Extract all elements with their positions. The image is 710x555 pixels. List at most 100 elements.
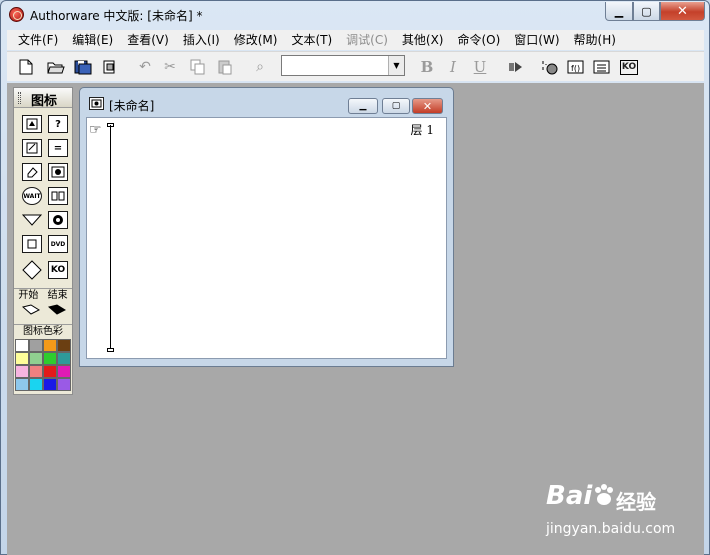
menu-view[interactable]: 查看(V) bbox=[120, 30, 176, 50]
icon-palette-title: 图标 bbox=[31, 94, 58, 109]
knowledge-object-palette-icon[interactable]: KO bbox=[48, 261, 68, 279]
start-label: 开始 bbox=[18, 290, 39, 301]
color-swatch[interactable] bbox=[29, 378, 43, 391]
authorware-app-icon[interactable] bbox=[9, 7, 24, 22]
minimize-icon: ▁ bbox=[359, 101, 367, 111]
color-swatch[interactable] bbox=[43, 352, 57, 365]
wait-icon[interactable]: WAIT bbox=[22, 187, 42, 205]
map-icon[interactable] bbox=[22, 260, 42, 280]
baidu-url: jingyan.baidu.com bbox=[546, 521, 676, 537]
close-icon: ✕ bbox=[677, 3, 688, 19]
calculation-icon[interactable] bbox=[22, 139, 42, 157]
maximize-button[interactable]: ▢ bbox=[633, 2, 660, 21]
close-icon: ✕ bbox=[422, 99, 433, 113]
functions-icon[interactable]: f() bbox=[565, 56, 587, 78]
color-swatch[interactable] bbox=[43, 378, 57, 391]
display-icon[interactable] bbox=[22, 115, 42, 133]
window-title: Authorware 中文版: [未命名] * bbox=[30, 9, 203, 23]
decision-icon[interactable]: = bbox=[48, 139, 68, 157]
open-folder-icon[interactable] bbox=[45, 56, 67, 78]
color-swatch[interactable] bbox=[57, 339, 71, 352]
motion-icon[interactable] bbox=[22, 235, 42, 253]
copy-icon[interactable] bbox=[187, 56, 209, 78]
minimize-button[interactable]: ▁ bbox=[605, 2, 633, 21]
framework-icon[interactable] bbox=[22, 211, 42, 229]
color-swatch[interactable] bbox=[29, 352, 43, 365]
font-combo[interactable]: ▼ bbox=[281, 55, 405, 76]
baidu-logo: Bai bbox=[546, 481, 593, 511]
variables-icon[interactable] bbox=[591, 56, 613, 78]
child-close-button[interactable]: ✕ bbox=[412, 98, 443, 114]
dvd-label: DVD bbox=[50, 240, 66, 248]
digital-movie-icon[interactable] bbox=[48, 163, 68, 181]
color-swatch[interactable] bbox=[15, 365, 29, 378]
layer-label: 层 1 bbox=[410, 123, 434, 137]
menu-other[interactable]: 其他(X) bbox=[395, 30, 451, 50]
toolbar: ↶ ✂ ⌕ ▼ B I U f() KO bbox=[7, 51, 704, 81]
paw-icon bbox=[592, 483, 616, 510]
cut-icon[interactable]: ✂ bbox=[159, 56, 181, 78]
color-swatch[interactable] bbox=[43, 339, 57, 352]
import-icon[interactable] bbox=[99, 56, 121, 78]
design-window-title: [未命名] bbox=[109, 99, 155, 113]
icon-palette: 图标 ? = WAIT DVD KO 开始 结束 图标色彩 bbox=[13, 87, 73, 395]
control-panel-icon[interactable] bbox=[539, 56, 561, 78]
run-icon[interactable] bbox=[505, 56, 527, 78]
flowline-canvas[interactable]: ☞ 层 1 bbox=[86, 117, 447, 359]
grip-icon[interactable] bbox=[18, 92, 21, 104]
underline-button[interactable]: U bbox=[469, 56, 491, 78]
menu-file[interactable]: 文件(F) bbox=[11, 30, 65, 50]
icon-color-label: 图标色彩 bbox=[14, 324, 72, 338]
authorware-main-window: Authorware 中文版: [未命名] * ▁ ▢ ✕ 文件(F) 编辑(E… bbox=[0, 0, 710, 555]
menu-modify[interactable]: 修改(M) bbox=[227, 30, 285, 50]
menu-insert[interactable]: 插入(I) bbox=[176, 30, 227, 50]
menu-command[interactable]: 命令(O) bbox=[450, 30, 507, 50]
dvd-icon[interactable]: DVD bbox=[48, 235, 68, 253]
maximize-icon: ▢ bbox=[641, 4, 652, 18]
design-window-icon[interactable] bbox=[89, 97, 104, 110]
italic-button[interactable]: I bbox=[442, 56, 464, 78]
icon-palette-header[interactable]: 图标 bbox=[14, 88, 72, 109]
navigate-icon[interactable] bbox=[48, 187, 68, 205]
new-file-icon[interactable] bbox=[15, 56, 37, 78]
color-swatch[interactable] bbox=[15, 339, 29, 352]
paste-hand-icon[interactable]: ☞ bbox=[89, 122, 102, 138]
menu-debug[interactable]: 调试(C) bbox=[339, 30, 395, 50]
erase-icon[interactable] bbox=[22, 163, 42, 181]
flowline-end-cap bbox=[107, 348, 114, 352]
bold-button[interactable]: B bbox=[416, 56, 438, 78]
child-maximize-button[interactable]: ▢ bbox=[382, 98, 410, 114]
start-flag-icon[interactable] bbox=[21, 304, 41, 319]
menu-bar: 文件(F) 编辑(E) 查看(V) 插入(I) 修改(M) 文本(T) 调试(C… bbox=[7, 30, 704, 50]
baidu-jingyan-text: 经验 bbox=[616, 490, 656, 514]
title-bar[interactable]: Authorware 中文版: [未命名] * ▁ ▢ ✕ bbox=[1, 1, 709, 29]
chevron-down-icon[interactable]: ▼ bbox=[388, 56, 404, 75]
menu-edit[interactable]: 编辑(E) bbox=[65, 30, 120, 50]
save-all-icon[interactable] bbox=[72, 56, 94, 78]
child-minimize-button[interactable]: ▁ bbox=[348, 98, 378, 114]
color-swatch[interactable] bbox=[57, 352, 71, 365]
flowline[interactable] bbox=[110, 125, 111, 350]
close-button[interactable]: ✕ bbox=[660, 2, 705, 21]
color-swatch[interactable] bbox=[29, 339, 43, 352]
menu-help[interactable]: 帮助(H) bbox=[567, 30, 623, 50]
end-flag-icon[interactable] bbox=[47, 304, 67, 319]
baidu-watermark: Bai 经验 jingyan.baidu.com bbox=[546, 481, 706, 551]
undo-icon[interactable]: ↶ bbox=[134, 56, 156, 78]
design-window: [未命名] ▁ ▢ ✕ ☞ 层 1 bbox=[79, 87, 454, 367]
svg-text:f(): f() bbox=[571, 64, 580, 73]
color-swatch[interactable] bbox=[43, 365, 57, 378]
start-end-label: 开始 结束 bbox=[14, 288, 72, 302]
find-icon[interactable]: ⌕ bbox=[249, 56, 271, 78]
sound-icon[interactable] bbox=[48, 211, 68, 229]
menu-window[interactable]: 窗口(W) bbox=[507, 30, 566, 50]
knowledge-object-icon[interactable]: KO bbox=[618, 56, 640, 78]
color-swatch[interactable] bbox=[15, 352, 29, 365]
paste-icon[interactable] bbox=[214, 56, 236, 78]
interaction-icon[interactable]: ? bbox=[48, 115, 68, 133]
color-swatch[interactable] bbox=[15, 378, 29, 391]
color-swatch[interactable] bbox=[57, 378, 71, 391]
color-swatch[interactable] bbox=[57, 365, 71, 378]
menu-text[interactable]: 文本(T) bbox=[284, 30, 339, 50]
color-swatch[interactable] bbox=[29, 365, 43, 378]
